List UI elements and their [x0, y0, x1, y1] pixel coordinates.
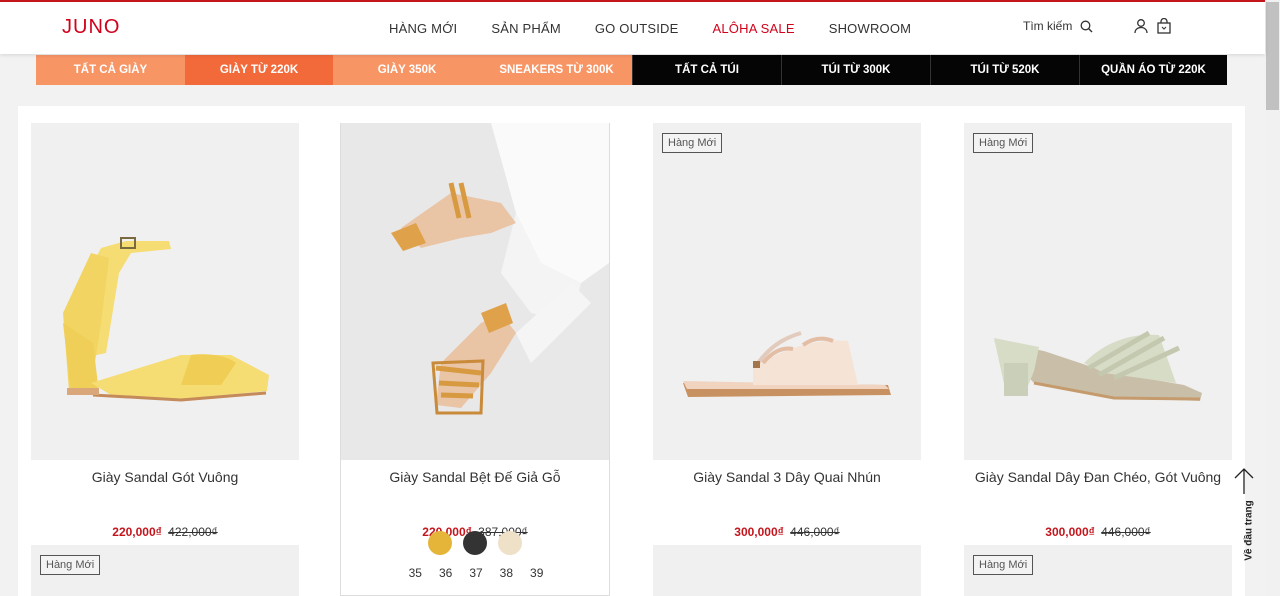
search-icon [1080, 20, 1093, 32]
product-image[interactable] [653, 545, 921, 596]
product-name[interactable]: Giày Sandal Gót Vuông [31, 469, 299, 485]
product-image[interactable] [341, 123, 609, 460]
back-to-top-link[interactable]: Về đầu trang [1244, 496, 1255, 566]
category-clothes-220k[interactable]: QUẦN ÁO TỪ 220K [1079, 55, 1227, 85]
product-name[interactable]: Giày Sandal Dây Đan Chéo, Gót Vuông [964, 469, 1232, 485]
size-option[interactable]: 35 [409, 566, 422, 580]
size-option[interactable]: 39 [530, 566, 543, 580]
category-bags-300k[interactable]: TÚI TỪ 300K [781, 55, 930, 85]
original-price: 422,000₫ [168, 525, 218, 539]
product-price: 300,000₫ 446,000₫ [964, 525, 1232, 539]
main-nav: HÀNG MỚI SẢN PHẨM GO OUTSIDE ALÔHA SALE … [372, 2, 928, 54]
site-header: JUNO HÀNG MỚI SẢN PHẨM GO OUTSIDE ALÔHA … [0, 0, 1265, 54]
swatch-yellow[interactable] [428, 531, 452, 555]
product-image[interactable]: Hàng Mới [964, 123, 1232, 460]
product-card[interactable]: Hàng Mới Giày Sandal Dây Đan Chéo, Gót V… [964, 123, 1234, 539]
sale-price: 300,000₫ [1045, 525, 1095, 539]
sale-price: 220,000₫ [112, 525, 162, 539]
original-price: 446,000₫ [1101, 525, 1151, 539]
new-badge: Hàng Mới [662, 133, 723, 153]
user-icon[interactable] [1133, 18, 1149, 34]
product-image[interactable]: Hàng Mới [964, 545, 1232, 596]
arrow-up-icon[interactable] [1232, 466, 1256, 496]
flat-sandal-model-photo [341, 123, 609, 460]
mule-sandal-block-heel-image [994, 330, 1202, 401]
nav-go-outside[interactable]: GO OUTSIDE [595, 21, 679, 36]
category-sneakers-300k[interactable]: SNEAKERS TỪ 300K [481, 55, 632, 85]
size-option[interactable]: 38 [500, 566, 513, 580]
product-image[interactable] [31, 123, 299, 460]
search-button[interactable]: Tìm kiếm [1023, 19, 1093, 33]
color-swatches [428, 531, 522, 555]
category-bags-520k[interactable]: TÚI TỪ 520K [930, 55, 1079, 85]
product-name[interactable]: Giày Sandal Bệt Đế Giả Gỗ [341, 469, 609, 485]
scrollbar-thumb[interactable] [1266, 2, 1279, 110]
nav-hang-moi[interactable]: HÀNG MỚI [389, 21, 457, 36]
size-option[interactable]: 36 [439, 566, 452, 580]
product-name[interactable]: Giày Sandal 3 Dây Quai Nhún [653, 469, 921, 485]
category-all-bags[interactable]: TẤT CẢ TÚI [632, 55, 781, 85]
product-price: 220,000₫ 422,000₫ [31, 525, 299, 539]
original-price: 446,000₫ [790, 525, 840, 539]
product-card[interactable]: Giày Sandal Bệt Đế Giả Gỗ 220,000₫ 387,0… [341, 123, 611, 596]
product-price: 300,000₫ 446,000₫ [653, 525, 921, 539]
product-image[interactable]: Hàng Mới [31, 545, 299, 596]
category-shoes-220k[interactable]: GIÀY TỪ 220K [185, 55, 333, 85]
yellow-block-heel-sandal-image [63, 237, 269, 402]
product-card[interactable]: Giày Sandal Gót Vuông 220,000₫ 422,000₫ [31, 123, 301, 539]
product-card[interactable]: Hàng Mới Giày Sandal 3 Dây Quai Nhún 300… [653, 123, 923, 539]
product-image[interactable]: Hàng Mới [653, 123, 921, 460]
new-badge: Hàng Mới [973, 133, 1034, 153]
swatch-beige[interactable] [498, 531, 522, 555]
size-options: 35 36 37 38 39 [341, 566, 611, 580]
nav-san-pham[interactable]: SẢN PHẨM [491, 21, 561, 36]
swatch-black[interactable] [463, 531, 487, 555]
new-badge: Hàng Mới [973, 555, 1034, 575]
search-label: Tìm kiếm [1023, 19, 1073, 33]
category-all-shoes[interactable]: TẤT CẢ GIÀY [36, 55, 185, 85]
category-bar: TẤT CẢ GIÀY GIÀY TỪ 220K GIÀY 350K SNEAK… [36, 55, 1227, 85]
cart-icon[interactable] [1156, 18, 1172, 34]
strappy-flat-sandal-image [683, 331, 891, 397]
new-badge: Hàng Mới [40, 555, 101, 575]
nav-aloha-sale[interactable]: ALÔHA SALE [713, 21, 795, 36]
juno-logo[interactable]: JUNO [62, 16, 120, 39]
size-option[interactable]: 37 [469, 566, 482, 580]
category-shoes-350k[interactable]: GIÀY 350K [333, 55, 481, 85]
sale-price: 300,000₫ [734, 525, 784, 539]
nav-showroom[interactable]: SHOWROOM [829, 21, 911, 36]
